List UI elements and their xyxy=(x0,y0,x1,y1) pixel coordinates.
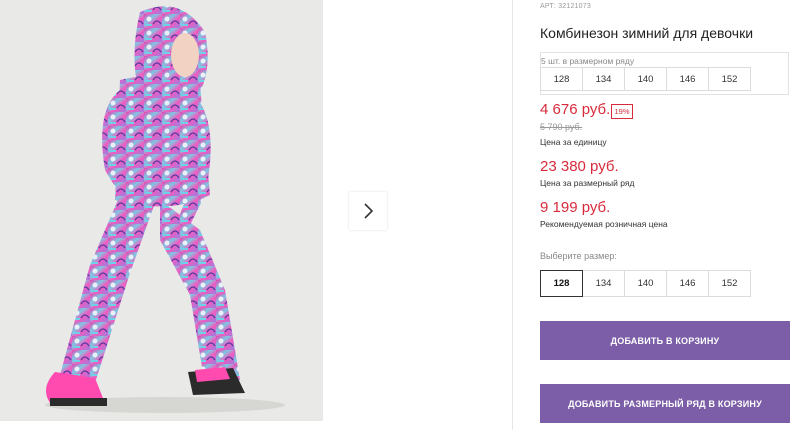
add-size-set-to-cart-button[interactable]: ДОБАВИТЬ РАЗМЕРНЫЙ РЯД В КОРЗИНУ xyxy=(540,384,790,423)
size-option-140[interactable]: 140 xyxy=(624,270,667,297)
size-set-cell: 128 xyxy=(540,67,583,91)
size-set-label: 5 шт. в размерном ряду xyxy=(541,56,635,66)
size-option-134[interactable]: 134 xyxy=(582,270,625,297)
next-image-button[interactable] xyxy=(349,192,387,230)
retail-price: 9 199 руб. xyxy=(540,199,611,216)
retail-price-caption: Рекомендуемая розничная цена xyxy=(540,219,668,229)
add-to-cart-button[interactable]: ДОБАВИТЬ В КОРЗИНУ xyxy=(540,321,790,360)
old-price: 5 790 руб. xyxy=(540,122,583,132)
discount-badge: 19% xyxy=(611,104,633,119)
unit-price-caption: Цена за единицу xyxy=(540,137,607,147)
size-set-cell: 140 xyxy=(624,67,667,91)
set-price-caption: Цена за размерный ряд xyxy=(540,178,635,188)
size-option-128[interactable]: 128 xyxy=(540,270,583,297)
column-divider xyxy=(512,0,513,430)
size-select-label: Выберите размер: xyxy=(540,251,617,261)
size-set-cell: 134 xyxy=(582,67,625,91)
chevron-right-icon xyxy=(364,203,374,219)
product-sku: АРТ: 32121073 xyxy=(540,3,591,10)
unit-price: 4 676 руб. xyxy=(540,101,611,118)
size-selector: 128 134 140 146 152 xyxy=(540,270,751,297)
size-set-row: 128 134 140 146 152 xyxy=(540,67,751,91)
product-image[interactable] xyxy=(0,0,323,421)
product-photo xyxy=(0,0,323,421)
set-price: 23 380 руб. xyxy=(540,158,619,175)
size-option-152[interactable]: 152 xyxy=(708,270,751,297)
product-title: Комбинезон зимний для девочки xyxy=(540,25,754,41)
size-set-cell: 146 xyxy=(666,67,709,91)
size-option-146[interactable]: 146 xyxy=(666,270,709,297)
size-set-cell: 152 xyxy=(708,67,751,91)
